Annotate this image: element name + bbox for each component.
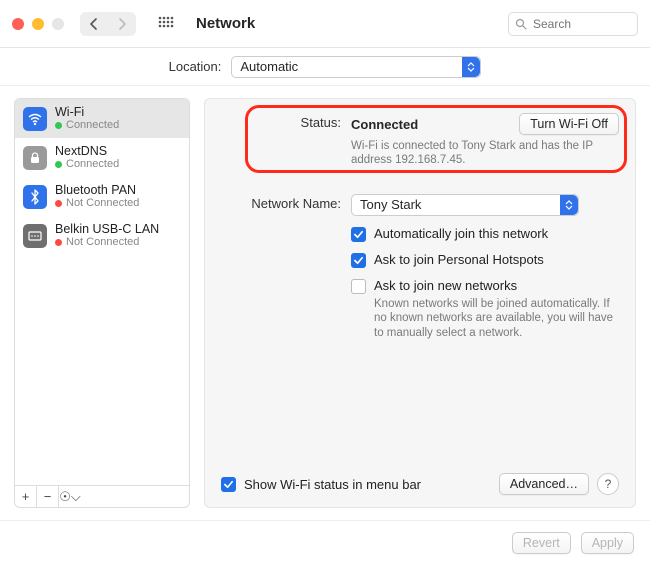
pane-title: Network [196, 15, 255, 32]
service-name: Wi-Fi [55, 105, 119, 119]
wifi-icon [23, 107, 47, 131]
search-input[interactable] [533, 17, 623, 31]
status-dot-icon [55, 161, 62, 168]
back-button[interactable] [80, 12, 108, 36]
location-select[interactable]: Automatic [231, 56, 481, 78]
service-status: Not Connected [55, 236, 159, 249]
service-status: Not Connected [55, 197, 139, 210]
service-list: Wi-Fi Connected NextDNS Connected [15, 99, 189, 485]
ask-new-checkbox[interactable] [351, 279, 366, 294]
chevron-updown-icon [462, 57, 480, 77]
apply-button[interactable]: Apply [581, 532, 634, 554]
options-block: Automatically join this network Ask to j… [221, 226, 619, 350]
location-label: Location: [169, 59, 222, 74]
window-controls [12, 18, 64, 30]
service-status: Connected [55, 119, 119, 132]
add-service-button[interactable]: + [15, 486, 37, 507]
bluetooth-icon [23, 185, 47, 209]
show-all-button[interactable] [154, 12, 178, 36]
status-subtext: Wi-Fi is connected to Tony Stark and has… [351, 139, 601, 168]
ask-hotspot-label: Ask to join Personal Hotspots [374, 252, 544, 267]
ask-new-help: Known networks will be joined automatica… [374, 297, 619, 340]
show-menubar-label: Show Wi-Fi status in menu bar [244, 477, 421, 492]
network-prefpane: Network Location: Automatic [0, 0, 650, 564]
auto-join-checkbox[interactable] [351, 227, 366, 242]
ethernet-icon [23, 224, 47, 248]
network-name-select[interactable]: Tony Stark [351, 194, 579, 216]
close-window-button[interactable] [12, 18, 24, 30]
network-name-row: Network Name: Tony Stark [221, 194, 619, 216]
sidebar-footer: + − ☉⌵ [15, 485, 189, 507]
status-row: Status: Connected Turn Wi-Fi Off Wi-Fi i… [221, 113, 619, 168]
chevron-updown-icon [560, 195, 578, 215]
service-item-belkin-lan[interactable]: Belkin USB-C LAN Not Connected [15, 216, 189, 255]
status-dot-icon [55, 200, 62, 207]
auto-join-label: Automatically join this network [374, 226, 548, 241]
service-status: Connected [55, 158, 119, 171]
detail-pane: Status: Connected Turn Wi-Fi Off Wi-Fi i… [204, 98, 636, 508]
show-menubar-checkbox[interactable] [221, 477, 236, 492]
status-dot-icon [55, 239, 62, 246]
network-name-value: Tony Stark [360, 197, 421, 212]
bottom-bar: Revert Apply [0, 520, 650, 564]
advanced-button[interactable]: Advanced… [499, 473, 589, 495]
service-item-wifi[interactable]: Wi-Fi Connected [15, 99, 189, 138]
status-value: Connected [351, 117, 418, 132]
help-button[interactable]: ? [597, 473, 619, 495]
lock-icon [23, 146, 47, 170]
nav-buttons [80, 12, 136, 36]
location-value: Automatic [240, 59, 298, 74]
revert-button[interactable]: Revert [512, 532, 571, 554]
wifi-toggle-button[interactable]: Turn Wi-Fi Off [519, 113, 619, 135]
status-label: Status: [221, 113, 351, 130]
forward-button[interactable] [108, 12, 136, 36]
service-item-nextdns[interactable]: NextDNS Connected [15, 138, 189, 177]
status-dot-icon [55, 122, 62, 129]
body: Wi-Fi Connected NextDNS Connected [0, 86, 650, 520]
titlebar: Network [0, 0, 650, 48]
service-name: Bluetooth PAN [55, 183, 139, 197]
service-item-bluetooth-pan[interactable]: Bluetooth PAN Not Connected [15, 177, 189, 216]
minimize-window-button[interactable] [32, 18, 44, 30]
service-name: NextDNS [55, 144, 119, 158]
search-field[interactable] [508, 12, 638, 36]
service-sidebar: Wi-Fi Connected NextDNS Connected [14, 98, 190, 508]
location-row: Location: Automatic [0, 48, 650, 86]
service-actions-button[interactable]: ☉⌵ [59, 486, 81, 507]
ask-hotspot-checkbox[interactable] [351, 253, 366, 268]
detail-footer: Show Wi-Fi status in menu bar Advanced… … [221, 473, 619, 495]
ask-new-label: Ask to join new networks [374, 278, 517, 293]
search-icon [515, 18, 527, 30]
remove-service-button[interactable]: − [37, 486, 59, 507]
network-name-label: Network Name: [221, 194, 351, 211]
zoom-window-button[interactable] [52, 18, 64, 30]
service-name: Belkin USB-C LAN [55, 222, 159, 236]
